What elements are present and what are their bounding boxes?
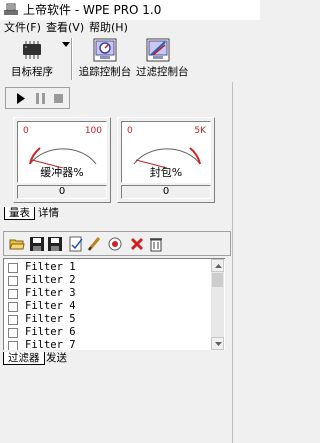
trace-console-button[interactable]: 追踪控制台 xyxy=(74,36,136,82)
tab-send[interactable]: 发送 xyxy=(42,352,71,365)
filter-checkbox[interactable] xyxy=(8,328,18,338)
tab-details[interactable]: 详情 xyxy=(34,207,63,220)
filter-label: Filter 3 xyxy=(25,287,76,299)
target-program-button[interactable]: 目标程序 xyxy=(6,36,58,82)
filter-label: Filter 4 xyxy=(25,300,76,312)
title-bar: 上帝软件 - WPE PRO 1.0 xyxy=(0,0,260,20)
save-as-icon[interactable] xyxy=(47,236,63,252)
packet-gauge-value: 0 xyxy=(121,185,211,199)
filter-row[interactable]: Filter 6 xyxy=(8,326,76,339)
window-title: 上帝软件 - WPE PRO 1.0 xyxy=(23,3,162,17)
menu-view[interactable]: 查看(V) xyxy=(46,21,84,35)
right-pane xyxy=(232,82,260,443)
save-icon[interactable] xyxy=(29,236,45,252)
check-document-icon[interactable] xyxy=(68,236,84,252)
filter-checkbox[interactable] xyxy=(8,263,18,273)
trace-console-label: 追踪控制台 xyxy=(78,66,132,78)
filter-label: Filter 1 xyxy=(25,261,76,273)
filter-row[interactable]: Filter 3 xyxy=(8,287,76,300)
filter-list-scrollbar[interactable] xyxy=(211,259,224,350)
packet-gauge-face: 0 5K 封包% xyxy=(121,121,211,183)
filter-label: Filter 2 xyxy=(25,274,76,286)
filter-checkbox[interactable] xyxy=(8,276,18,286)
upper-tab-strip: 量表 详情 xyxy=(4,207,124,221)
scroll-up-button[interactable] xyxy=(211,259,224,272)
trace-console-icon xyxy=(93,38,117,62)
tab-meter[interactable]: 量表 xyxy=(4,207,35,220)
filter-label: Filter 7 xyxy=(25,339,76,350)
packet-gauge: 0 5K 封包% 0 xyxy=(117,117,215,203)
filter-console-button[interactable]: 过滤控制台 xyxy=(136,36,189,82)
filter-label: Filter 6 xyxy=(25,326,76,338)
app-icon xyxy=(4,3,18,15)
filter-list: Filter 1 Filter 2 Filter 3 Filter 4 Filt… xyxy=(3,258,225,350)
scroll-down-button[interactable] xyxy=(211,337,224,350)
filter-row[interactable]: Filter 7 xyxy=(8,339,76,350)
packet-gauge-dial xyxy=(133,147,201,168)
filter-checkbox[interactable] xyxy=(8,315,18,325)
delete-icon[interactable] xyxy=(129,236,145,252)
menu-help[interactable]: 帮助(H) xyxy=(89,21,128,35)
buffer-gauge-face: 0 100 缓冲器% xyxy=(17,121,107,183)
filter-row[interactable]: Filter 1 xyxy=(8,261,76,274)
trash-icon[interactable] xyxy=(148,236,164,252)
stop-icon[interactable] xyxy=(51,91,66,106)
pause-icon[interactable] xyxy=(33,91,48,106)
filter-label: Filter 5 xyxy=(25,313,76,325)
menu-bar: 文件(F) 查看(V) 帮助(H) xyxy=(0,20,260,36)
scroll-thumb[interactable] xyxy=(212,273,223,287)
filter-console-label: 过滤控制台 xyxy=(136,66,189,78)
record-icon[interactable] xyxy=(107,236,123,252)
filter-row[interactable]: Filter 2 xyxy=(8,274,76,287)
main-toolbar: 目标程序 追踪控制台 过滤控制台 xyxy=(0,36,260,82)
filter-console-icon xyxy=(146,38,170,62)
filter-row[interactable]: Filter 4 xyxy=(8,300,76,313)
menu-file[interactable]: 文件(F) xyxy=(4,21,41,35)
buffer-gauge-value: 0 xyxy=(17,185,107,199)
edit-icon[interactable] xyxy=(86,236,102,252)
tab-filters[interactable]: 过滤器 xyxy=(3,352,45,365)
filter-checkbox[interactable] xyxy=(8,341,18,350)
chip-icon xyxy=(23,41,41,59)
packet-gauge-caption: 封包% xyxy=(149,166,183,179)
filter-row[interactable]: Filter 5 xyxy=(8,313,76,326)
scroll-down-icon xyxy=(215,342,222,346)
buffer-gauge: 0 100 缓冲器% 0 xyxy=(13,117,111,203)
lower-tab-strip: 过滤器 发送 xyxy=(3,352,123,366)
buffer-gauge-dial xyxy=(29,147,97,168)
target-program-label: 目标程序 xyxy=(11,66,53,78)
gauge-panel: 0 100 缓冲器% 0 0 5K 封包% 0 量表 详情 xyxy=(3,112,231,221)
filter-checkbox[interactable] xyxy=(8,302,18,312)
dropdown-arrow-icon[interactable] xyxy=(62,42,70,48)
play-icon[interactable] xyxy=(13,91,28,106)
filter-toolbar xyxy=(3,231,231,256)
open-folder-icon[interactable] xyxy=(9,236,25,252)
playback-toolbar xyxy=(5,87,70,109)
scroll-up-icon xyxy=(215,264,222,268)
toolbar-separator xyxy=(71,38,73,80)
buffer-gauge-caption: 缓冲器% xyxy=(40,166,84,179)
filter-checkbox[interactable] xyxy=(8,289,18,299)
